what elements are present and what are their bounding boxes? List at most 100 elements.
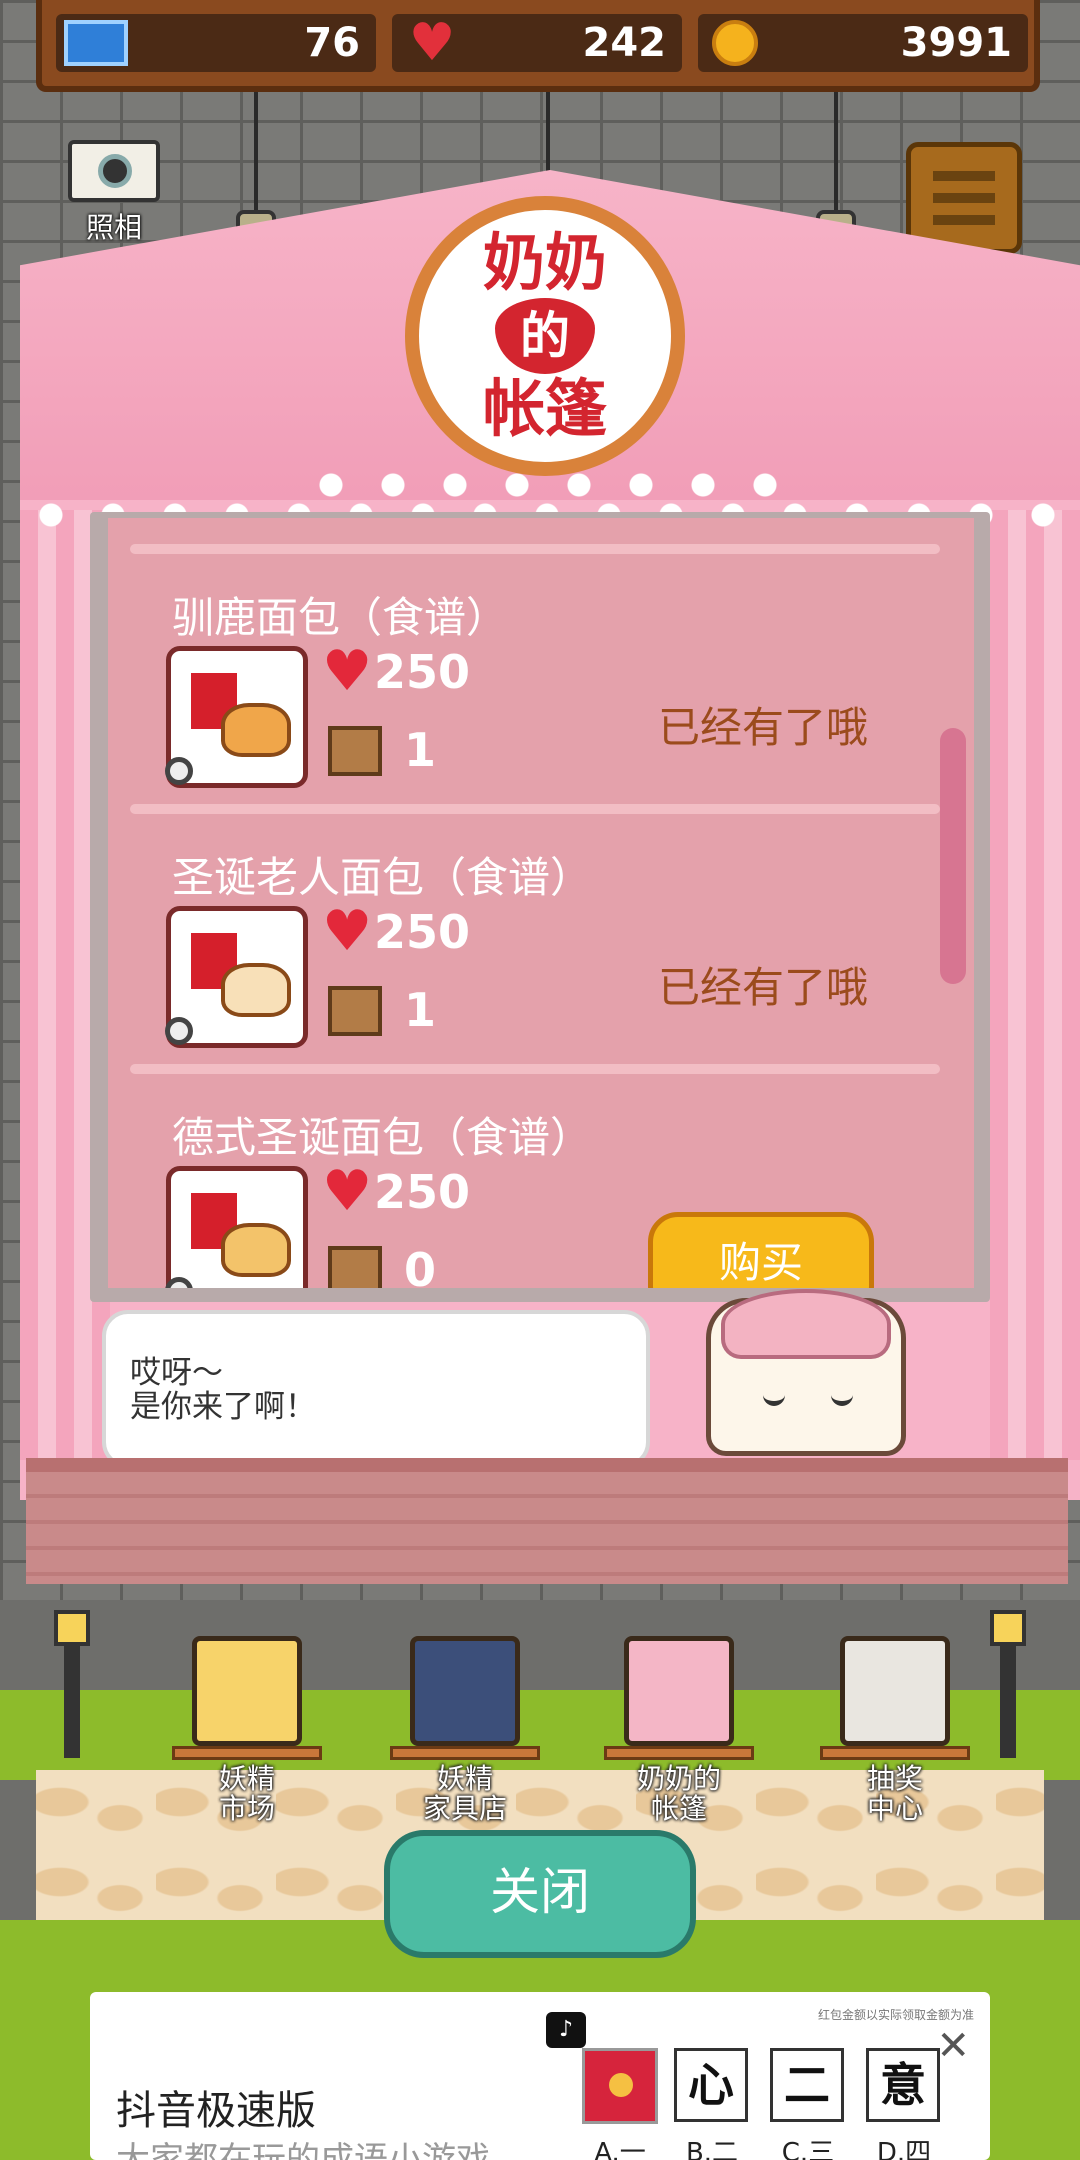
shop-list[interactable]: 驯鹿面包（食谱） ♥ 250 1 已经有了哦 圣诞老人面包（食谱） ♥ 250: [108, 518, 974, 1288]
ad-option[interactable]: 心: [674, 2048, 748, 2122]
shop-base: [604, 1746, 754, 1760]
tiktok-icon: ♪: [546, 2012, 586, 2048]
owned-status: 已经有了哦: [658, 963, 869, 1012]
ticket-count: 76: [304, 20, 360, 66]
lottery-booth-icon: [840, 1636, 950, 1746]
coin-count: 3991: [900, 20, 1012, 66]
item-thumbnail[interactable]: [165, 906, 308, 1048]
heart-cost: 250: [374, 905, 471, 959]
tent-sign: 奶奶 的 帐篷: [405, 196, 685, 476]
shop-lottery[interactable]: 抽奖 中心: [820, 1636, 970, 1824]
list-item: 圣诞老人面包（食谱） ♥ 250 1 已经有了哦: [108, 804, 974, 1064]
grandma-hat: [721, 1289, 891, 1359]
coin-icon: [712, 20, 758, 66]
shop-label: 妖精 家具店: [422, 1762, 507, 1825]
heart-counter: ♥ 242: [392, 14, 682, 72]
market-icon: [192, 1636, 302, 1746]
camera-button[interactable]: 照相: [66, 140, 162, 250]
stollen-bread-icon: [221, 1223, 291, 1277]
heart-icon: ♥: [408, 13, 456, 73]
crate-icon: [328, 1246, 382, 1288]
menu-icon: [933, 171, 995, 181]
list-item: 驯鹿面包（食谱） ♥ 250 1 已经有了哦: [108, 544, 974, 804]
ad-subtitle: 大家都在玩的成语小游戏: [116, 2140, 490, 2160]
ad-option[interactable]: 意: [866, 2048, 940, 2122]
close-icon[interactable]: ✕: [936, 2026, 970, 2066]
item-name: 德式圣诞面包（食谱）: [172, 1113, 593, 1162]
item-name: 驯鹿面包（食谱）: [172, 593, 509, 642]
magnifier-icon: [165, 1017, 193, 1045]
currency-bar: 76 ♥ 242 3991: [36, 0, 1040, 92]
ad-choice-label: A.一: [594, 2138, 646, 2160]
furniture-store-icon: [410, 1636, 520, 1746]
crate-icon: [328, 726, 382, 776]
shop-grandma-tent[interactable]: 奶奶的 帐篷: [604, 1636, 754, 1824]
item-thumbnail[interactable]: [165, 646, 308, 788]
list-item: 德式圣诞面包（食谱） ♥ 250 0 购买: [108, 1064, 974, 1288]
shop-panel: 驯鹿面包（食谱） ♥ 250 1 已经有了哦 圣诞老人面包（食谱） ♥ 250: [90, 512, 990, 1302]
grandma-eye: [763, 1389, 785, 1406]
ad-title: 抖音极速版: [116, 2088, 316, 2134]
ad-note: 红包金额以实际领取金额为准: [817, 2008, 974, 2022]
sign-text-top: 奶奶: [482, 226, 607, 299]
material-count: 0: [404, 1243, 437, 1288]
dialogue-line-1: 哎呀～: [130, 1355, 223, 1391]
coin-counter: 3991: [698, 14, 1028, 72]
divider: [130, 1064, 940, 1074]
santa-bread-icon: [221, 963, 291, 1017]
magnifier-icon: [165, 757, 193, 785]
ticket-counter: 76: [56, 14, 376, 72]
street-lamp-icon: [990, 1610, 1026, 1758]
heart-icon: ♥: [322, 639, 373, 704]
buy-button[interactable]: 购买: [648, 1212, 874, 1288]
material-count: 1: [404, 983, 437, 1037]
shop-label: 抽奖 中心: [866, 1762, 923, 1825]
heart-icon: ♥: [322, 1159, 373, 1224]
shop-fairy-market[interactable]: 妖精 市场: [172, 1636, 322, 1824]
grandma-eye: [831, 1389, 853, 1406]
ticket-icon: [64, 20, 128, 66]
shop-label: 奶奶的 帐篷: [636, 1762, 721, 1825]
grandma-character[interactable]: [706, 1289, 906, 1456]
light-string: [254, 92, 258, 212]
shop-label: 妖精 市场: [218, 1762, 275, 1825]
ad-option[interactable]: 二: [770, 2048, 844, 2122]
sign-text-bottom: 帐篷: [482, 372, 607, 445]
divider: [130, 544, 940, 554]
ad-choice-label: B.二: [685, 2138, 739, 2160]
camera-icon: [68, 140, 160, 202]
heart-cost: 250: [374, 1165, 471, 1219]
heart-cost: 250: [374, 645, 471, 699]
item-name: 圣诞老人面包（食谱）: [172, 853, 593, 902]
scrollbar[interactable]: [940, 728, 966, 984]
magnifier-icon: [165, 1277, 193, 1288]
reindeer-bread-icon: [221, 703, 291, 757]
ad-banner[interactable]: 红包金额以实际领取金额为准 ✕ ♪ 抖音极速版 大家都在玩的成语小游戏 心 二 …: [90, 1992, 990, 2160]
light-string: [834, 92, 838, 212]
dialogue-line-2: 是你来了啊！: [130, 1389, 316, 1425]
menu-icon-bar: [933, 193, 995, 203]
heart-count: 242: [582, 20, 667, 66]
crate-icon: [328, 986, 382, 1036]
tent-icon: [624, 1636, 734, 1746]
ad-choice-label: C.三: [781, 2138, 835, 2160]
speech-bubble: 哎呀～ 是你来了啊！: [102, 1310, 650, 1468]
menu-icon-bar: [933, 215, 995, 225]
shop-base: [172, 1746, 322, 1760]
divider: [130, 804, 940, 814]
red-envelope-icon[interactable]: [582, 2048, 658, 2124]
heart-icon: ♥: [322, 899, 373, 964]
street-lamp-icon: [54, 1610, 90, 1758]
item-thumbnail[interactable]: [165, 1166, 308, 1288]
tent-counter: [26, 1458, 1068, 1584]
close-button[interactable]: 关闭: [384, 1830, 696, 1958]
sign-heart: 的: [495, 298, 595, 374]
owned-status: 已经有了哦: [658, 703, 869, 752]
shop-base: [820, 1746, 970, 1760]
shop-base: [390, 1746, 540, 1760]
ad-choice-label: D.四: [876, 2138, 932, 2160]
shop-furniture[interactable]: 妖精 家具店: [390, 1636, 540, 1824]
curtain-right: [990, 510, 1080, 1460]
material-count: 1: [404, 723, 437, 777]
camera-label: 照相: [85, 211, 142, 244]
